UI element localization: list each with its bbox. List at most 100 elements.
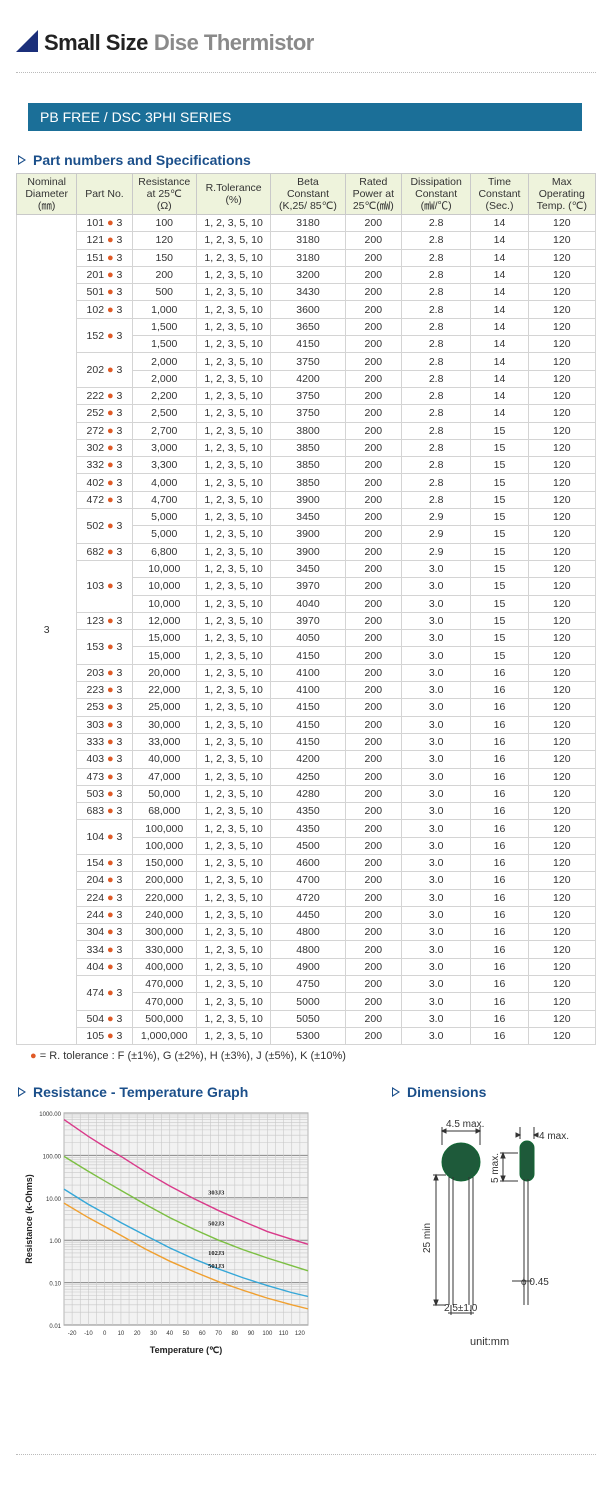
table-row: 222 ● 3 2,200 1, 2, 3, 5, 10 3750 200 2.8 14 12… [17, 386, 597, 406]
y-tick-label: 1.00 [49, 1239, 61, 1245]
table-row: 252 ● 3 2,500 1, 2, 3, 5, 10 3750 200 2.8 14 12… [17, 404, 597, 423]
tolerance-dot: ● [106, 234, 114, 247]
table-cell: 120 [527, 1009, 597, 1028]
table-cell: 120 [527, 456, 597, 475]
table-cell: 120 [527, 802, 597, 821]
table-row: 402 ● 3 4,000 1, 2, 3, 5, 10 3850 200 2.8 15 12… [17, 473, 597, 492]
part-suffix: 3 [116, 770, 123, 783]
table-cell: 200 [344, 213, 402, 233]
x-tick-label: 70 [215, 1331, 222, 1337]
table-row: 503 ● 3 50,000 1, 2, 3, 5, 10 4280 200 3.0 16 1… [17, 784, 597, 804]
part-code: 154 [86, 857, 105, 870]
part-number-cell: 103 ● 3 [76, 559, 133, 613]
table-cell: 120 [527, 300, 597, 319]
table-row: 203 ● 3 20,000 1, 2, 3, 5, 10 4100 200 3.0 16 1… [17, 663, 597, 683]
table-cell: 1, 2, 3, 5, 10 [195, 1009, 272, 1028]
tolerance-dot: ● [106, 718, 114, 731]
column-header-line: Beta [297, 176, 319, 188]
table-cell: 120 [527, 871, 597, 890]
column-header-line: (K,25/ 85℃) [279, 200, 337, 212]
table-cell: 2.8 [400, 317, 472, 337]
table-cell: 4100 [270, 681, 346, 700]
part-suffix: 3 [116, 476, 123, 489]
table-cell: 1, 2, 3, 5, 10 [195, 542, 272, 561]
table-cell: 200 [344, 784, 402, 804]
table-cell: 15 [470, 456, 529, 475]
part-number-cell: 121 ● 3 [76, 231, 133, 250]
part-number-cell: 102 ● 3 [76, 300, 133, 319]
title-mark-icon [16, 30, 38, 52]
table-cell: 3.0 [400, 715, 472, 734]
part-code: 222 [86, 390, 105, 403]
table-cell: 200 [344, 386, 402, 406]
table-body: 3 101 ● 3 100 1, 2, 3, 5, 10 3180 200 2.8 14 120… [15, 213, 597, 1046]
part-code: 683 [86, 805, 105, 818]
table-cell: 1, 2, 3, 5, 10 [195, 698, 272, 717]
table-cell: 1, 2, 3, 5, 10 [195, 438, 272, 458]
table-cell: 4250 [270, 767, 346, 786]
table-cell: 470,000 [131, 975, 197, 994]
table-cell: 14 [470, 352, 529, 371]
table-cell: 3850 [270, 438, 346, 458]
tolerance-dot: ● [106, 364, 114, 377]
tolerance-dot: ● [106, 614, 114, 627]
table-cell: 120 [527, 369, 597, 388]
table-cell: 3.0 [400, 767, 472, 786]
table-cell: 2.9 [400, 508, 472, 527]
dim-diameter: 4.5 max. [446, 1119, 484, 1130]
part-number-cell: 153 ● 3 [76, 629, 133, 665]
table-cell: 4720 [270, 888, 346, 907]
part-number-cell: 504 ● 3 [76, 1009, 133, 1028]
table-cell: 1,000 [131, 300, 197, 319]
table-cell: 200 [344, 369, 402, 388]
table-row: 104 ● 3 100,000 1, 2, 3, 5, 10 4350 200 3.0 16… [17, 819, 597, 855]
table-row: 332 ● 3 3,300 1, 2, 3, 5, 10 3850 200 2.8 15 12… [17, 456, 597, 475]
table-cell: 200 [344, 300, 402, 319]
table-row: 102 ● 3 1,000 1, 2, 3, 5, 10 3600 200 2.8 14 12… [17, 300, 597, 319]
table-cell: 5,000 [131, 525, 197, 544]
part-suffix: 3 [116, 442, 123, 454]
table-cell: 15 [470, 490, 529, 510]
table-cell: 120 [527, 508, 597, 527]
part-suffix: 3 [116, 407, 123, 420]
table-cell: 1,500 [131, 317, 197, 337]
table-cell: 1, 2, 3, 5, 10 [195, 456, 272, 475]
table-cell: 16 [470, 819, 529, 838]
table-cell: 1, 2, 3, 5, 10 [195, 629, 272, 648]
part-code: 103 [86, 580, 105, 593]
table-cell: 16 [470, 750, 529, 769]
tolerance-note: ● = R. tolerance : F (±1%), G (±2%), H (… [30, 1050, 346, 1062]
table-cell: 200 [344, 923, 402, 942]
table-cell: 1, 2, 3, 5, 10 [195, 784, 272, 804]
table-row: 121 ● 3 120 1, 2, 3, 5, 10 3180 200 2.8 14 120 [17, 231, 597, 250]
table-cell: 120 [527, 923, 597, 942]
table-cell: 120 [527, 888, 597, 907]
part-number-cell: 104 ● 3 [76, 819, 133, 855]
table-cell: 200 [344, 629, 402, 648]
table-cell: 120 [527, 335, 597, 354]
part-code: 472 [86, 493, 105, 506]
table-cell: 3.0 [400, 871, 472, 890]
tolerance-dot: ● [106, 909, 114, 922]
table-cell: 16 [470, 992, 529, 1011]
tolerance-dot: ● [106, 217, 114, 230]
part-number-cell: 304 ● 3 [76, 923, 133, 942]
table-cell: 500,000 [131, 1009, 197, 1028]
tolerance-dot: ● [106, 753, 114, 766]
table-cell: 200 [344, 750, 402, 769]
table-row: 253 ● 3 25,000 1, 2, 3, 5, 10 4150 200 3.0 16 1… [17, 698, 597, 717]
tolerance-dot: ● [106, 640, 114, 653]
part-suffix: 3 [116, 891, 123, 904]
table-cell: 200,000 [131, 871, 197, 890]
table-cell: 200 [344, 836, 402, 855]
tolerance-dot: ● [106, 303, 114, 316]
table-cell: 500 [131, 283, 197, 302]
part-code: 203 [86, 666, 105, 679]
part-suffix: 3 [116, 545, 123, 558]
section-dims-heading: Dimensions [392, 1084, 486, 1100]
table-cell: 25,000 [131, 698, 197, 717]
table-row: 501 ● 3 500 1, 2, 3, 5, 10 3430 200 2.8 14 120 [17, 283, 597, 302]
series-label: 501J3 [208, 1263, 225, 1270]
table-cell: 4900 [270, 957, 346, 977]
part-code: 121 [86, 234, 105, 247]
